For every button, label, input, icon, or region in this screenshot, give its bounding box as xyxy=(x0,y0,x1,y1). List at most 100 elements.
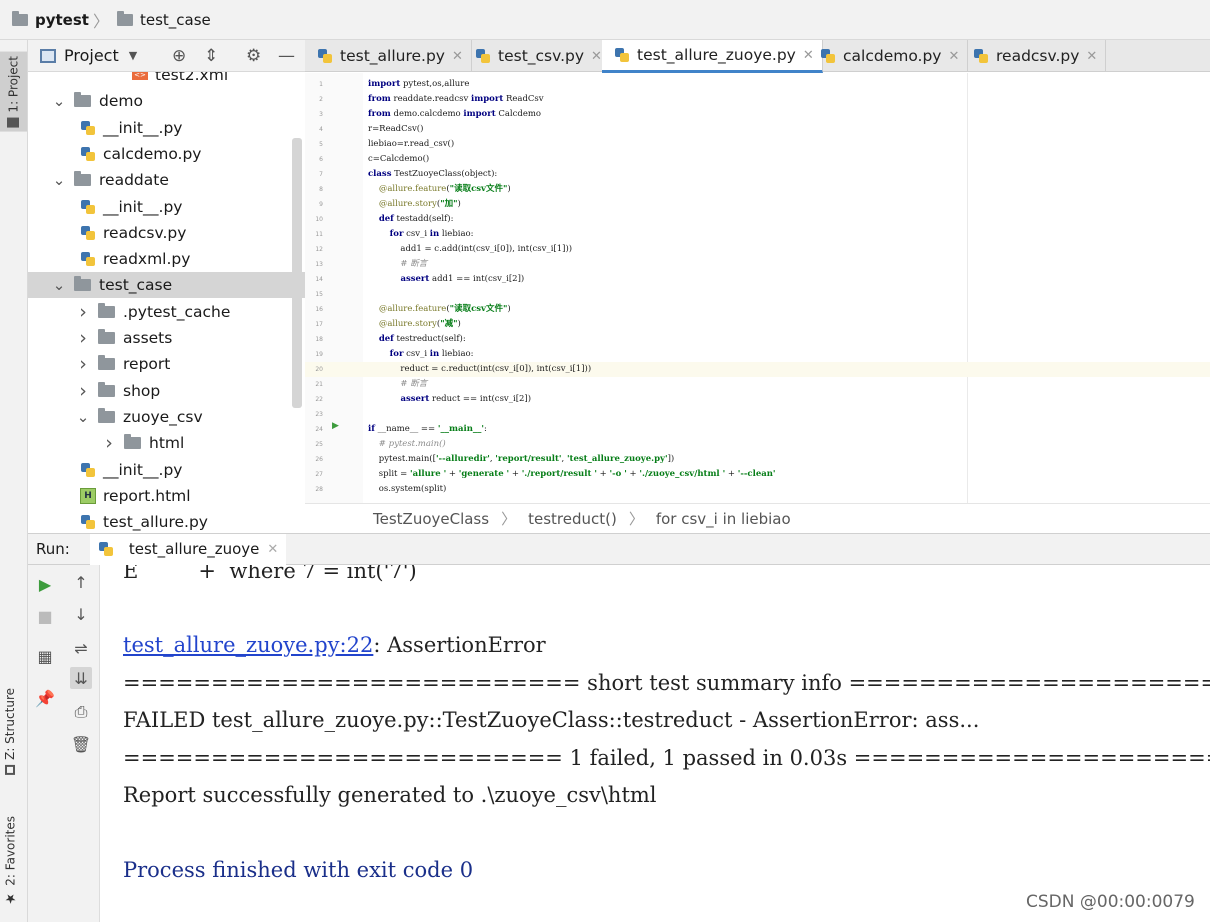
code-breadcrumb-loop[interactable]: for csv_i in liebiao xyxy=(656,510,791,528)
tree-item[interactable]: ⌄ zuoye_csv xyxy=(28,404,305,430)
rerun-icon[interactable]: ▶ xyxy=(34,573,56,595)
chevron-right-icon[interactable]: › xyxy=(102,432,116,454)
structure-tool-tab[interactable]: Z: Structure xyxy=(3,688,17,775)
project-view-selector[interactable]: Project xyxy=(64,46,119,65)
chevron-right-icon[interactable]: › xyxy=(76,353,90,375)
xml-file-icon: <> xyxy=(132,72,148,80)
line-number: 20 xyxy=(315,366,323,373)
tree-item[interactable]: › html xyxy=(28,430,305,456)
chevron-down-icon[interactable]: ⌄ xyxy=(52,278,66,293)
close-icon[interactable]: ✕ xyxy=(267,542,278,557)
folder-icon xyxy=(74,92,91,108)
code-text: assert add1 == int(csv_i[2]) xyxy=(400,274,525,284)
html-file-icon: H xyxy=(80,487,96,504)
tree-item[interactable]: Hreport.html xyxy=(28,483,305,509)
tree-item[interactable]: test_allure.py xyxy=(28,509,305,532)
breadcrumb-project-label: pytest xyxy=(35,10,89,29)
tree-item[interactable]: › report xyxy=(28,351,305,377)
tree-item[interactable]: ⌄ test_case xyxy=(28,272,305,299)
code-line: 26 pytest.main(['--alluredir', 'report/r… xyxy=(305,452,1210,467)
run-label: Run: xyxy=(36,540,70,558)
trash-icon[interactable]: 🗑 xyxy=(70,733,92,755)
tree-item[interactable]: ⌄ readdate xyxy=(28,167,305,193)
tree-item[interactable]: › assets xyxy=(28,325,305,351)
chevron-down-icon[interactable]: ▼ xyxy=(129,49,137,62)
code-breadcrumb-method[interactable]: testreduct() xyxy=(528,510,617,528)
console-exit-line: Process finished with exit code 0 xyxy=(123,858,474,882)
code-editor[interactable]: 1 import pytest,os,allure 2 from readdate.r… xyxy=(305,73,1210,503)
tree-item[interactable]: <> test2.xml xyxy=(28,72,305,88)
python-file-icon xyxy=(80,225,96,241)
close-icon[interactable]: ✕ xyxy=(452,49,463,64)
favorites-tool-tab[interactable]: ★ 2: Favorites xyxy=(3,816,18,906)
code-text: for csv_i in liebiao: xyxy=(389,349,474,359)
breadcrumb-project[interactable]: pytest xyxy=(12,10,89,29)
code-line: 13 # 断言 xyxy=(305,257,1210,272)
project-tool-tab[interactable]: 1: Project xyxy=(0,52,27,132)
line-number: 17 xyxy=(315,321,323,328)
hide-panel-icon[interactable]: — xyxy=(278,46,295,66)
close-icon[interactable]: ✕ xyxy=(948,49,959,64)
line-number: 25 xyxy=(315,441,323,448)
tree-item[interactable]: › shop xyxy=(28,378,305,404)
python-file-icon xyxy=(80,514,96,530)
code-line: 10 def testadd(self): xyxy=(305,212,1210,227)
tree-item[interactable]: calcdemo.py xyxy=(28,141,305,167)
code-line: 14 assert add1 == int(csv_i[2]) xyxy=(305,272,1210,287)
scroll-to-end-icon[interactable]: ⇊ xyxy=(70,667,92,689)
run-tab[interactable]: test_allure_zuoye ✕ xyxy=(89,533,287,565)
tree-item[interactable]: __init__.py xyxy=(28,457,305,483)
tree-item[interactable]: readxml.py xyxy=(28,246,305,272)
arrow-down-icon[interactable]: ↓ xyxy=(70,603,92,625)
tree-item[interactable]: __init__.py xyxy=(28,115,305,141)
chevron-down-icon[interactable]: ⌄ xyxy=(76,409,90,424)
run-gutter-icon[interactable]: ▶ xyxy=(332,421,339,431)
run-console[interactable]: E + where 7 = int('7') test_allure_zuoye… xyxy=(101,565,1210,922)
code-breadcrumb-class[interactable]: TestZuoyeClass xyxy=(373,510,489,528)
print-icon[interactable]: ⎙ xyxy=(70,701,92,723)
chevron-right-icon[interactable]: › xyxy=(76,327,90,349)
editor-tab[interactable]: test_allure_zuoye.py ✕ xyxy=(602,40,823,73)
code-text: # 断言 xyxy=(368,379,428,389)
folder-icon xyxy=(74,276,91,292)
folder-icon xyxy=(116,10,133,26)
editor-tab[interactable]: test_allure.py ✕ xyxy=(305,40,472,72)
code-line: 2 from readdate.readcsv import ReadCsv xyxy=(305,92,1210,107)
console-line: ========================== short test su… xyxy=(123,671,1210,695)
tree-item[interactable]: › .pytest_cache xyxy=(28,299,305,325)
editor-tab[interactable]: calcdemo.py ✕ xyxy=(808,40,969,72)
editor-tab[interactable]: test_csv.py ✕ xyxy=(463,40,611,72)
chevron-down-icon[interactable]: ⌄ xyxy=(52,94,66,109)
chevron-right-icon[interactable]: › xyxy=(76,380,90,402)
python-file-icon xyxy=(80,462,96,478)
arrow-up-icon[interactable]: ↑ xyxy=(70,571,92,593)
python-file-icon xyxy=(475,48,491,64)
console-file-link[interactable]: test_allure_zuoye.py:22 xyxy=(123,633,373,657)
breadcrumb-folder[interactable]: test_case xyxy=(116,10,211,29)
collapse-all-icon[interactable]: ⇕ xyxy=(204,46,218,66)
code-line: 3 from demo.calcdemo import Calcdemo xyxy=(305,107,1210,122)
locate-icon[interactable]: ⊕ xyxy=(172,46,186,66)
python-file-icon xyxy=(98,541,114,557)
code-line: 4 r=ReadCsv() xyxy=(305,122,1210,137)
code-text: c=Calcdemo() xyxy=(368,154,430,164)
layout-icon[interactable]: ▦ xyxy=(34,645,56,667)
editor-tab[interactable]: readcsv.py ✕ xyxy=(961,40,1107,72)
stop-icon[interactable]: ■ xyxy=(34,605,56,627)
tree-item-label: __init__.py xyxy=(103,118,183,137)
tree-item-label: zuoye_csv xyxy=(123,407,203,426)
chevron-right-icon: 〉 xyxy=(92,11,109,31)
tree-scrollbar[interactable] xyxy=(292,138,302,408)
tree-item[interactable]: readcsv.py xyxy=(28,220,305,246)
pin-icon[interactable]: 📌 xyxy=(34,687,56,709)
chevron-right-icon[interactable]: › xyxy=(76,301,90,323)
code-text: # 断言 xyxy=(368,259,428,269)
close-icon[interactable]: ✕ xyxy=(591,49,602,64)
gear-icon[interactable]: ⚙ xyxy=(246,46,261,66)
soft-wrap-icon[interactable]: ⇌ xyxy=(70,637,92,659)
tree-item[interactable]: __init__.py xyxy=(28,194,305,220)
folder-icon xyxy=(98,355,115,371)
chevron-down-icon[interactable]: ⌄ xyxy=(52,173,66,188)
tree-item[interactable]: ⌄ demo xyxy=(28,88,305,114)
close-icon[interactable]: ✕ xyxy=(1086,49,1097,64)
